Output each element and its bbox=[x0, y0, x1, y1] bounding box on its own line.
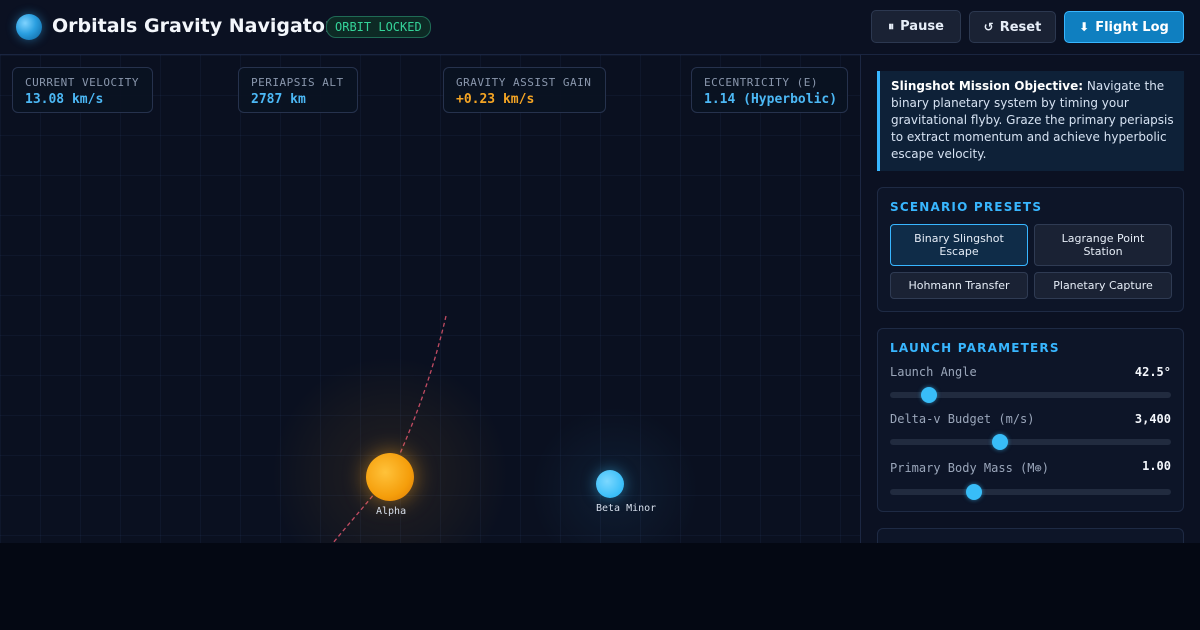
header-bar: Orbitals Gravity Navigator ORBIT LOCKED … bbox=[0, 0, 1200, 55]
delta-v-value: 3,400 bbox=[1134, 412, 1171, 426]
velocity-value: 13.08 km/s bbox=[25, 92, 104, 107]
preset-binary-slingshot-button[interactable]: Binary Slingshot Escape bbox=[890, 224, 1028, 266]
launch-angle-slider[interactable] bbox=[890, 387, 1171, 403]
gravity-assist-readout: GRAVITY ASSIST GAIN +0.23 km/s bbox=[443, 67, 606, 113]
mission-objective: Slingshot Mission Objective: Navigate th… bbox=[877, 71, 1184, 171]
velocity-readout: CURRENT VELOCITY 13.08 km/s bbox=[12, 67, 153, 113]
planet-alpha-label: Alpha bbox=[376, 506, 407, 517]
periapsis-value: 2787 km bbox=[251, 92, 306, 107]
presets-title: SCENARIO PRESETS bbox=[890, 200, 1043, 214]
preset-lagrange-point-button[interactable]: Lagrange Point Station bbox=[1034, 224, 1172, 266]
delta-v-label: Delta-v Budget (m/s) bbox=[890, 412, 1035, 426]
eccentricity-label: ECCENTRICITY (E) bbox=[704, 76, 818, 89]
reset-icon: ↺ bbox=[983, 20, 994, 34]
scenario-presets-card: SCENARIO PRESETS Binary Slingshot Escape… bbox=[877, 187, 1184, 312]
eccentricity-readout: ECCENTRICITY (E) 1.14 (Hyperbolic) bbox=[691, 67, 848, 113]
planet-beta-label: Beta Minor bbox=[596, 503, 657, 514]
velocity-label: CURRENT VELOCITY bbox=[25, 76, 139, 89]
delta-v-slider-thumb[interactable] bbox=[991, 434, 1008, 450]
trajectory-layer bbox=[332, 315, 447, 543]
gravity-assist-label: GRAVITY ASSIST GAIN bbox=[456, 76, 592, 89]
preset-planetary-capture-button[interactable]: Planetary Capture bbox=[1034, 272, 1172, 299]
primary-mass-slider[interactable] bbox=[890, 484, 1171, 500]
simulation-canvas[interactable]: Alpha Beta Minor CURRENT VELOCITY 13.08 … bbox=[0, 55, 860, 543]
reset-button-label: Reset bbox=[999, 19, 1042, 35]
eccentricity-value: 1.14 (Hyperbolic) bbox=[704, 92, 838, 107]
launch-angle-value: 42.5° bbox=[1134, 365, 1171, 379]
objective-heading: Slingshot Mission Objective: bbox=[891, 79, 1084, 93]
control-panel: Slingshot Mission Objective: Navigate th… bbox=[861, 55, 1200, 543]
delta-v-slider[interactable] bbox=[890, 434, 1171, 450]
app-title: Orbitals Gravity Navigator bbox=[52, 15, 335, 37]
launch-angle-label: Launch Angle bbox=[890, 365, 977, 379]
additional-settings-card bbox=[877, 528, 1184, 543]
app-window: Orbitals Gravity Navigator ORBIT LOCKED … bbox=[0, 0, 1200, 543]
pause-button[interactable]: ⏸ Pause bbox=[871, 10, 961, 43]
primary-mass-value: 1.00 bbox=[1142, 459, 1171, 473]
preset-hohmann-transfer-button[interactable]: Hohmann Transfer bbox=[890, 272, 1028, 299]
pause-button-label: Pause bbox=[900, 19, 944, 34]
empty-area-below-window bbox=[0, 543, 1200, 630]
planet-beta-minor[interactable] bbox=[596, 470, 624, 498]
flight-log-button[interactable]: ⬇ Flight Log bbox=[1064, 11, 1184, 43]
launch-parameters-card: LAUNCH PARAMETERS Launch Angle 42.5° Del… bbox=[877, 328, 1184, 512]
flight-log-button-label: Flight Log bbox=[1095, 19, 1169, 35]
launch-title: LAUNCH PARAMETERS bbox=[890, 341, 1060, 355]
planet-logo-icon bbox=[16, 14, 42, 40]
periapsis-label: PERIAPSIS ALT bbox=[251, 76, 344, 89]
periapsis-readout: PERIAPSIS ALT 2787 km bbox=[238, 67, 358, 113]
pause-icon: ⏸ bbox=[888, 19, 895, 33]
orbit-status-badge: ORBIT LOCKED bbox=[326, 16, 431, 38]
primary-mass-slider-thumb[interactable] bbox=[966, 484, 983, 500]
planet-alpha[interactable] bbox=[366, 453, 414, 501]
download-icon: ⬇ bbox=[1079, 20, 1090, 34]
reset-button[interactable]: ↺ Reset bbox=[969, 11, 1056, 43]
launch-angle-slider-thumb[interactable] bbox=[921, 387, 938, 403]
primary-mass-label: Primary Body Mass (M⊕) bbox=[890, 461, 1049, 475]
gravity-assist-value: +0.23 km/s bbox=[456, 92, 535, 107]
